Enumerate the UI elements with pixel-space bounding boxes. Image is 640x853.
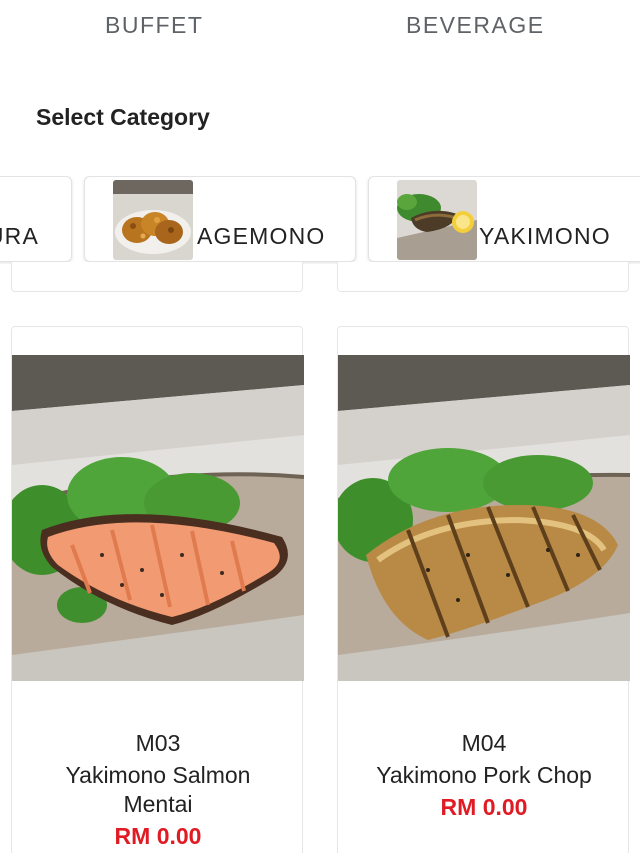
- category-label: AGEMONO: [197, 223, 326, 249]
- product-code: M03: [135, 730, 181, 756]
- product-card-m04[interactable]: M04 Yakimono Pork Chop RM 0.00: [337, 326, 630, 853]
- product-name: Yakimono Pork Chop: [376, 762, 592, 788]
- product-card-partial[interactable]: [337, 262, 629, 292]
- grilled-salmon-photo: [12, 355, 304, 681]
- grilled-pork-photo: [338, 355, 630, 681]
- tab-beverage[interactable]: BEVERAGE: [406, 12, 545, 39]
- product-code: M04: [461, 730, 507, 756]
- category-card-agemono[interactable]: AGEMONO: [84, 176, 356, 262]
- top-tab-bar: BUFFET BEVERAGE: [0, 0, 640, 52]
- fried-chicken-photo: [113, 180, 193, 260]
- category-label: YAKIMONO: [479, 223, 611, 249]
- category-card-tempura[interactable]: URA: [0, 176, 72, 262]
- section-title: Select Category: [36, 104, 210, 130]
- product-info: M04 Yakimono Pork Chop RM 0.00: [338, 729, 630, 822]
- tab-buffet[interactable]: BUFFET: [105, 12, 203, 39]
- product-card-partial[interactable]: [11, 262, 303, 292]
- product-info: M03 Yakimono Salmon Mentai RM 0.00: [12, 729, 304, 851]
- grilled-fish-photo: [397, 180, 477, 260]
- category-label: URA: [0, 223, 39, 249]
- product-name: Yakimono Salmon Mentai: [65, 762, 251, 817]
- category-carousel[interactable]: URA AGEMONO: [0, 176, 640, 264]
- product-price: RM 0.00: [440, 794, 528, 820]
- product-card-m03[interactable]: M03 Yakimono Salmon Mentai RM 0.00: [11, 326, 304, 853]
- category-card-yakimono[interactable]: YAKIMONO: [368, 176, 640, 262]
- product-price: RM 0.00: [114, 823, 202, 849]
